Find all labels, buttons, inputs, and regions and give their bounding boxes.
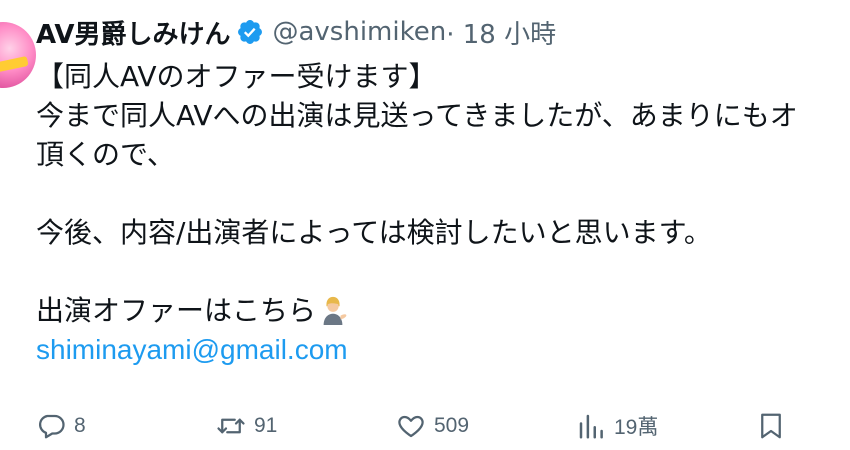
tweet-line	[36, 174, 850, 213]
bookmark-button[interactable]	[756, 404, 786, 448]
person-tipping-hand-emoji	[323, 296, 347, 325]
retweet-icon	[217, 418, 245, 434]
tweet-line: 【同人AVのオファー受けます】	[36, 60, 437, 93]
reply-icon	[39, 414, 65, 439]
views-button[interactable]: 19萬	[576, 404, 658, 448]
views-icon	[579, 414, 603, 439]
action-bar: 8 91 509 19萬	[0, 404, 850, 448]
reply-button[interactable]: 8	[36, 404, 86, 448]
email-link[interactable]: shiminayami@gmail.com	[36, 334, 348, 365]
tweet-line	[36, 252, 850, 291]
timestamp[interactable]: · 18 小時	[446, 14, 556, 51]
tweet-line-offer: 出演オファーはこちら	[36, 291, 850, 330]
retweet-count: 91	[254, 414, 278, 437]
tweet-text: 【同人AVのオファー受けます】 今まで同人AVへの出演は見送ってきましたが、あま…	[36, 57, 850, 369]
offer-text: 出演オファーはこちら	[36, 294, 317, 327]
tweet-header: AV男爵しみけん @avshimiken · 18 小時	[36, 10, 556, 54]
bookmark-icon	[761, 413, 781, 439]
display-name[interactable]: AV男爵しみけん	[36, 14, 230, 51]
tweet-line-link: shiminayami@gmail.com	[36, 330, 850, 369]
retweet-button[interactable]: 91	[216, 404, 277, 448]
tweet-line: 今まで同人AVへの出演は見送ってきましたが、あまりにもオ	[36, 99, 798, 132]
views-count: 19萬	[614, 416, 659, 439]
like-button[interactable]: 509	[396, 404, 469, 448]
tweet-line: 今後、内容/出演者によっては検討したいと思います。	[36, 216, 712, 249]
like-icon	[398, 415, 424, 438]
handle[interactable]: @avshimiken	[272, 17, 446, 47]
reply-count: 8	[74, 414, 86, 437]
tweet-line: 頂くので、	[36, 138, 175, 171]
avatar[interactable]	[0, 22, 36, 88]
like-count: 509	[434, 414, 470, 437]
verified-badge-icon	[238, 20, 263, 44]
